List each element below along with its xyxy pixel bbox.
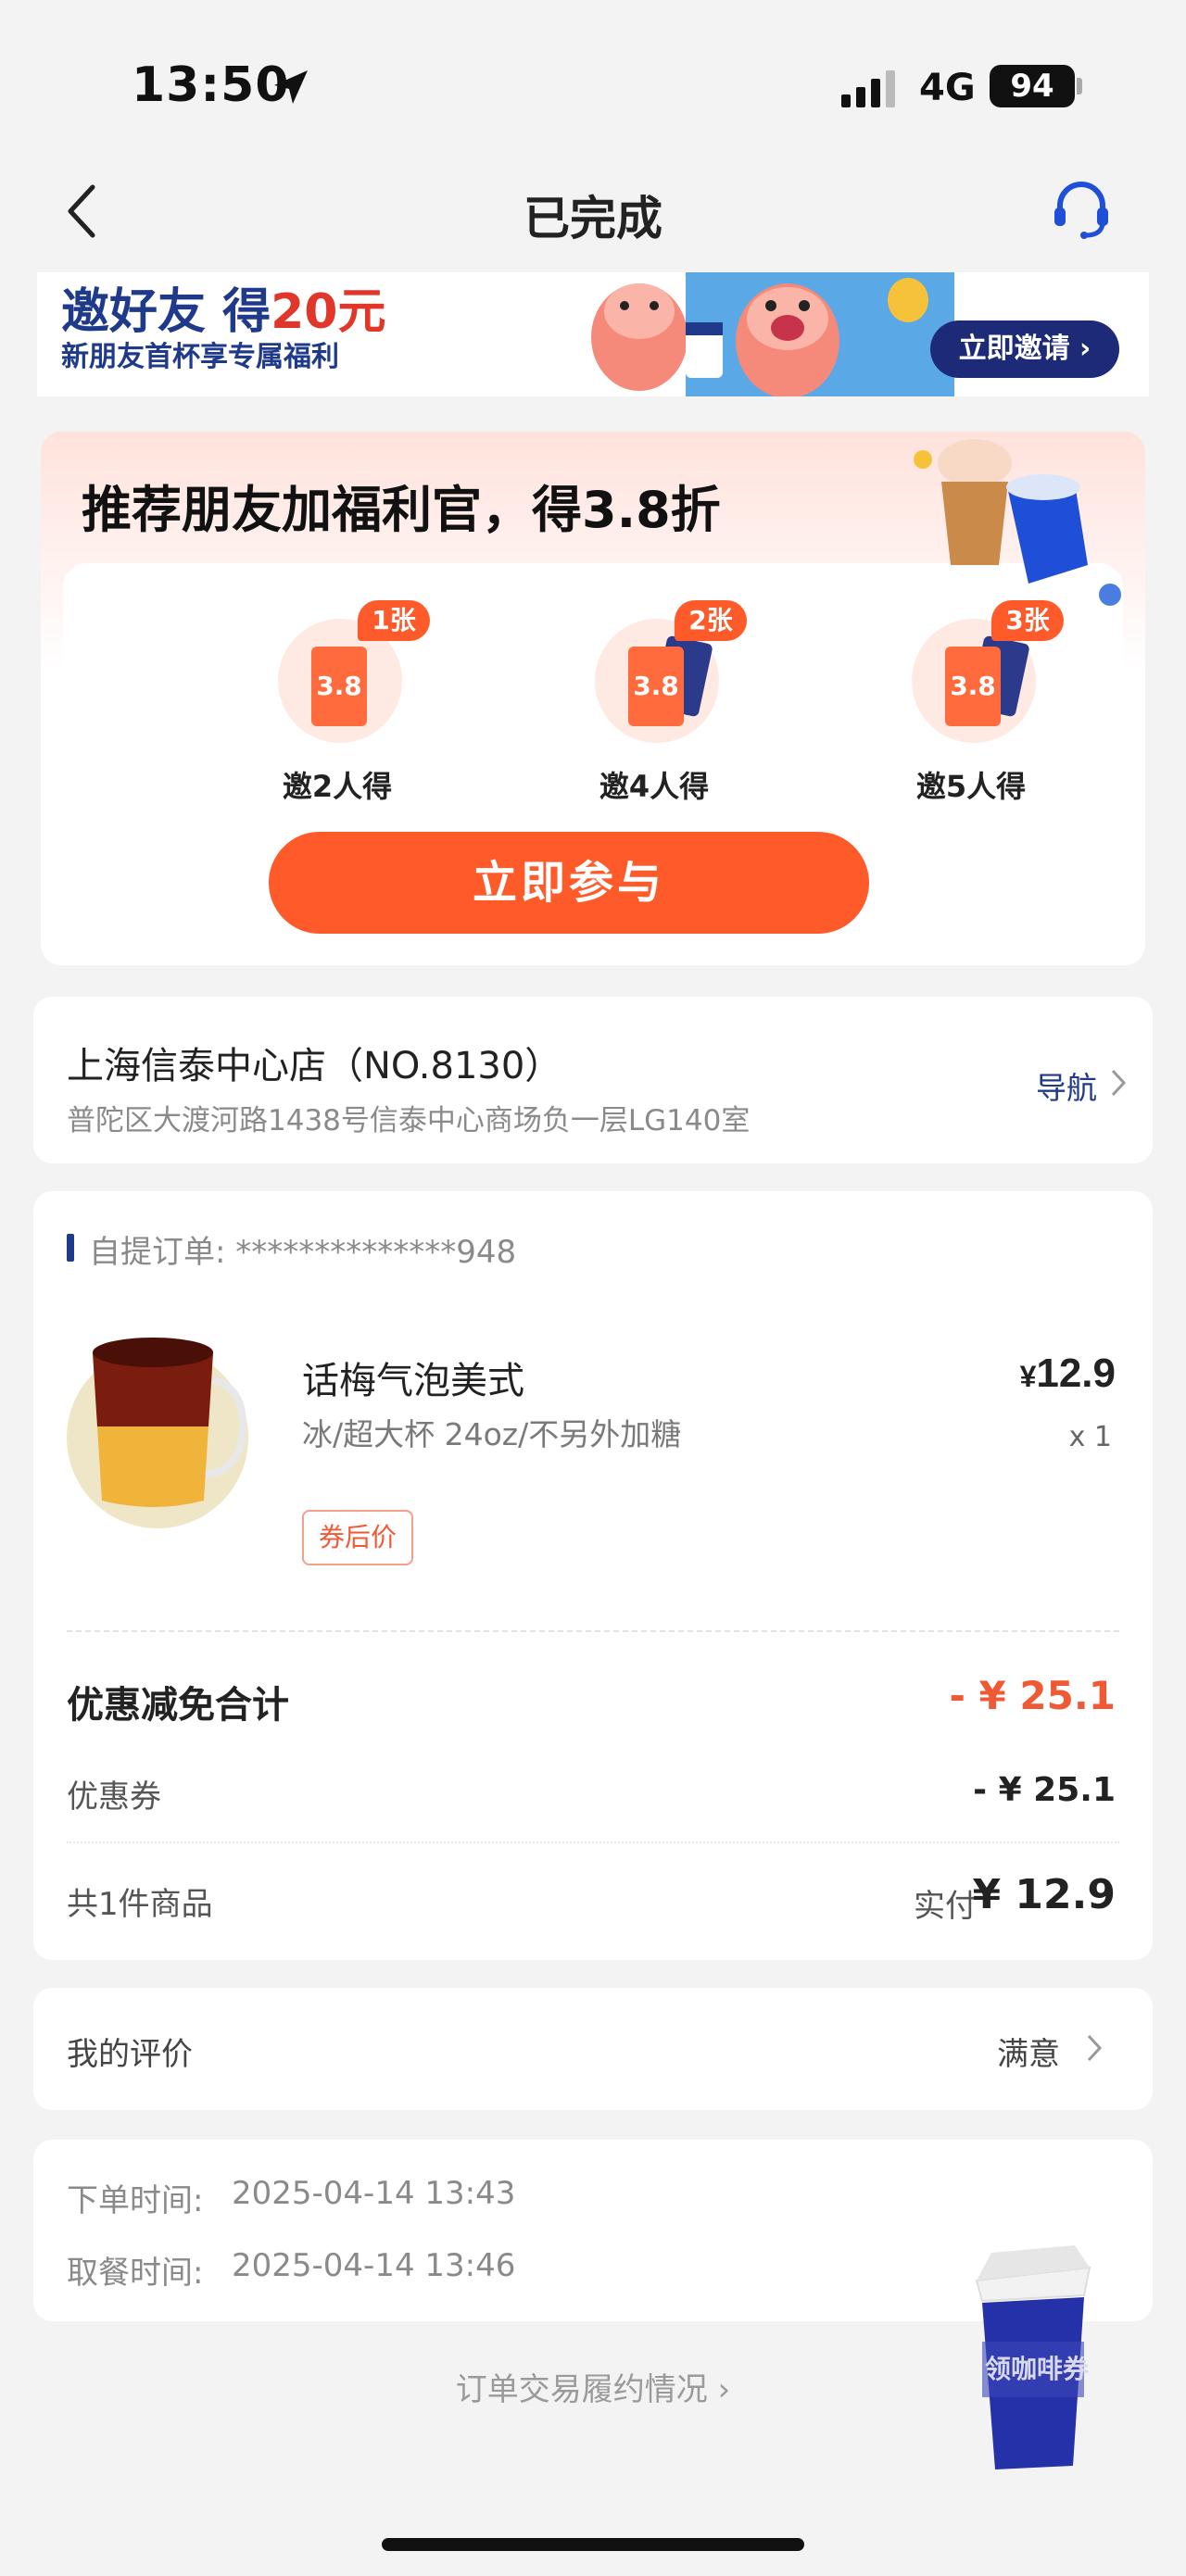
coffee-cups-illustration: [914, 439, 1121, 606]
tier-label: 邀5人得: [915, 769, 1027, 804]
store-card: 上海信泰中心店（NO.8130） 普陀区大渡河路1438号信泰中心商场负一层LG…: [33, 997, 1153, 1163]
order-time-value: 2025-04-14 13:43: [232, 2175, 516, 2212]
after-coupon-tag: 券后价: [302, 1510, 413, 1565]
product-name: 话梅气泡美式: [302, 1360, 524, 1402]
chevron-right-icon: [1087, 2034, 1103, 2062]
coupon-ticket-icon: 3.8: [628, 647, 684, 726]
coupon-ticket-icon: 3.8: [311, 647, 367, 726]
tier-badge: 2张: [675, 600, 747, 641]
mascot-illustration: [591, 272, 954, 396]
coffee-coupon-label[interactable]: 领咖啡券: [977, 2349, 1097, 2386]
battery-tip: [1077, 78, 1082, 94]
divider: [67, 1630, 1119, 1632]
banner-subtitle: 新朋友首杯享专属福利: [61, 341, 339, 373]
battery-indicator: 94: [990, 65, 1075, 107]
referral-title: 推荐朋友加福利官，得3.8折: [82, 481, 721, 539]
item-count: 共1件商品: [67, 1886, 213, 1923]
divider: [67, 1841, 1119, 1843]
chevron-right-icon[interactable]: [1108, 1067, 1129, 1099]
pickup-time-label: 取餐时间:: [67, 2255, 204, 2292]
network-type: 4G: [919, 67, 976, 109]
product-options: 冰/超大杯 24oz/不另外加糖: [302, 1416, 682, 1452]
product-price: ¥12.9: [1019, 1351, 1116, 1396]
customer-service-headset-icon[interactable]: [1049, 176, 1114, 241]
order-number: 自提订单: **************948: [89, 1234, 517, 1271]
review-label: 我的评价: [67, 2036, 193, 2073]
tier-label: 邀4人得: [599, 769, 710, 804]
review-row[interactable]: 我的评价 满意: [33, 1988, 1153, 2110]
tier-badge: 1张: [358, 600, 430, 641]
store-name: 上海信泰中心店（NO.8130）: [67, 1045, 562, 1087]
section-accent-bar: [67, 1234, 74, 1262]
join-now-button[interactable]: 立即参与: [269, 832, 869, 934]
page-title: 已完成: [524, 192, 662, 245]
coupon-label: 优惠券: [67, 1778, 161, 1816]
discount-total-label: 优惠减免合计: [67, 1684, 289, 1727]
status-time: 13:50: [132, 57, 290, 113]
pickup-time-value: 2025-04-14 13:46: [232, 2247, 516, 2284]
review-value: 满意: [997, 2036, 1060, 2073]
invite-friend-banner[interactable]: 邀好友 得20元 新朋友首杯享专属福利 立即邀请 ›: [37, 272, 1149, 396]
banner-headline: 邀好友 得20元: [61, 284, 386, 340]
order-time-label: 下单时间:: [67, 2182, 204, 2219]
signal-icon: [841, 70, 895, 107]
paid-amount: ¥ 12.9: [972, 1871, 1117, 1918]
invite-now-button[interactable]: 立即邀请 ›: [930, 320, 1119, 378]
store-address: 普陀区大渡河路1438号信泰中心商场负一层LG140室: [67, 1104, 751, 1137]
order-card: 自提订单: **************948 话梅气泡美式 冰/超大杯 24o…: [33, 1191, 1153, 1960]
navigate-link[interactable]: 导航: [1036, 1063, 1097, 1108]
coupon-value: - ¥ 25.1: [973, 1771, 1116, 1809]
location-arrow-icon: [274, 70, 308, 104]
home-indicator[interactable]: [382, 2538, 804, 2551]
coupon-ticket-icon: 3.8: [945, 647, 1001, 726]
discount-total-value: - ¥ 25.1: [949, 1673, 1116, 1718]
paid-label: 实付: [914, 1888, 977, 1925]
product-quantity: x 1: [1068, 1421, 1112, 1453]
tier-label: 邀2人得: [282, 769, 393, 804]
product-image: [67, 1338, 248, 1528]
